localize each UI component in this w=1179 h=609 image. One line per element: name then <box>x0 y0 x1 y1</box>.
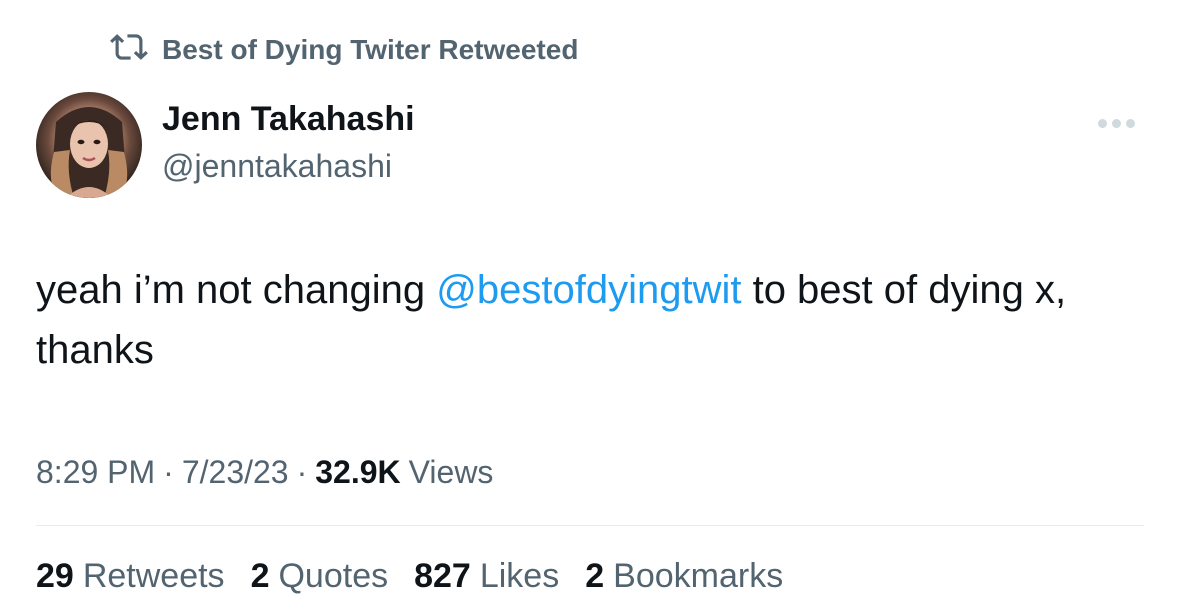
bookmarks-count: 2 <box>585 556 605 595</box>
divider <box>36 525 1144 526</box>
author-name[interactable]: Jenn Takahashi <box>162 100 415 139</box>
quotes-stat[interactable]: 2 Quotes <box>251 557 389 596</box>
author-handle[interactable]: @jenntakahashi <box>162 148 392 185</box>
more-options-button[interactable] <box>1092 108 1140 138</box>
retweets-count: 29 <box>36 556 74 595</box>
profile-photo <box>50 107 128 198</box>
avatar[interactable] <box>36 92 142 198</box>
tweet-time[interactable]: 8:29 PM <box>36 454 155 491</box>
likes-stat[interactable]: 827 Likes <box>414 557 559 596</box>
ellipsis-icon <box>1125 118 1135 128</box>
retweets-label: Retweets <box>82 556 225 595</box>
mention-link[interactable]: @bestofdyingtwit <box>436 268 741 312</box>
retweet-icon <box>110 28 148 73</box>
social-context-text: Best of Dying Twiter Retweeted <box>162 34 579 65</box>
likes-count: 827 <box>414 556 471 595</box>
retweets-stat[interactable]: 29 Retweets <box>36 557 225 596</box>
social-context[interactable]: Best of Dying Twiter Retweeted <box>110 30 578 70</box>
engagement-stats: 29 Retweets 2 Quotes 827 Likes 2 Bookmar… <box>36 555 783 597</box>
views-label: Views <box>408 453 494 490</box>
likes-label: Likes <box>479 556 560 595</box>
meta-separator: · <box>296 453 308 490</box>
quotes-count: 2 <box>250 556 270 595</box>
bookmarks-label: Bookmarks <box>613 556 784 595</box>
tweet-text-before: yeah i’m not changing <box>36 268 437 312</box>
quotes-label: Quotes <box>278 556 389 595</box>
ellipsis-icon <box>1097 118 1107 128</box>
meta-separator: · <box>163 453 174 490</box>
tweet-meta: 8:29 PM · 7/23/23 · 32.9K Views <box>36 452 493 492</box>
tweet-text: yeah i’m not changing @bestofdyingtwit t… <box>36 260 1146 380</box>
ellipsis-icon <box>1111 118 1121 128</box>
tweet-date[interactable]: 7/23/23 <box>182 454 289 491</box>
views-count: 32.9K <box>315 453 401 490</box>
bookmarks-stat[interactable]: 2 Bookmarks <box>585 557 783 596</box>
